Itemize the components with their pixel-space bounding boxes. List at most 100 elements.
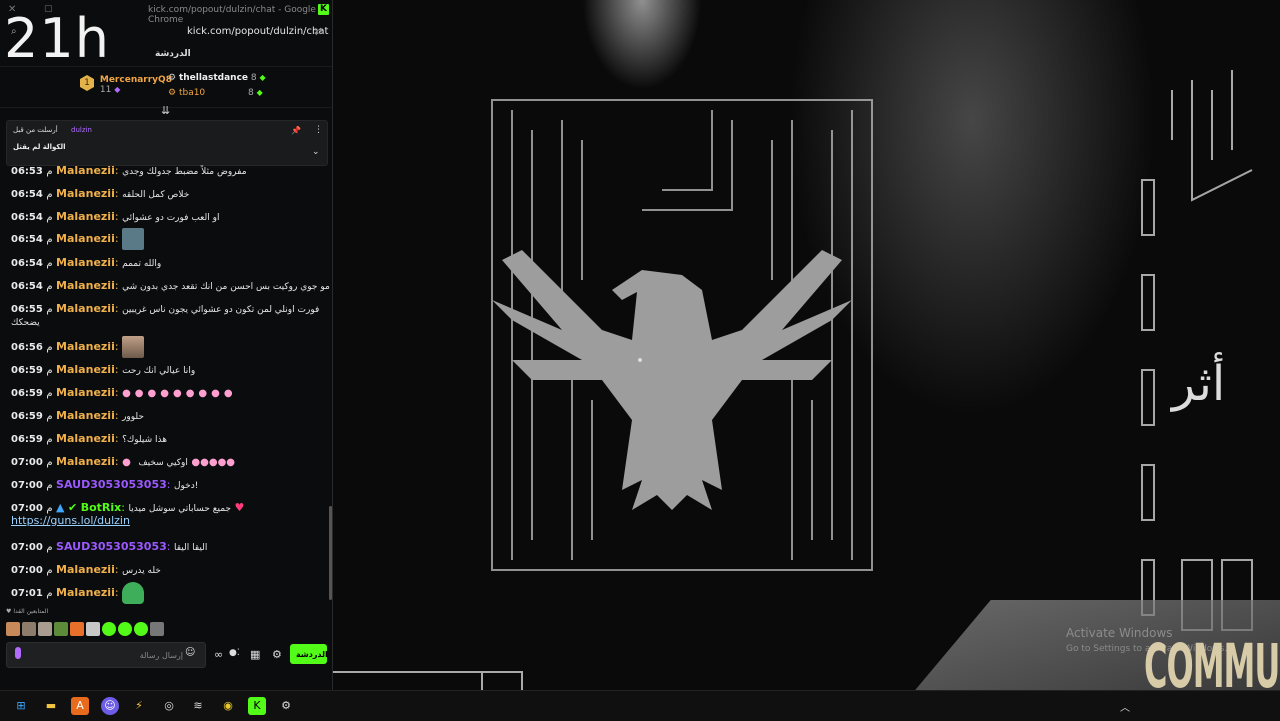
msg-time: 06:59 — [11, 411, 43, 422]
msg-user[interactable]: Malanezii — [56, 256, 115, 269]
discord-icon[interactable]: ☺ — [101, 697, 119, 715]
windows-taskbar: ⊞ ▬ A ☺ ⚡ ◎ ≋ ◉ K ⚙ ︿ — [0, 690, 1280, 721]
chat-message: 07:01 م Malanezii: — [11, 582, 145, 604]
emote-icon[interactable] — [6, 622, 20, 636]
chat-message: 06:59 م Malanezii: وانا عيالي انك رحت — [11, 363, 196, 376]
emote-icon[interactable] — [86, 622, 100, 636]
msg-ampm: م — [46, 258, 53, 269]
msg-user[interactable]: Malanezii — [56, 210, 115, 223]
more-options-icon[interactable]: ⋮ — [314, 125, 323, 135]
msg-time: 07:00 — [11, 480, 43, 491]
emote-row: ● — [122, 457, 135, 468]
msg-user[interactable]: Malanezii — [56, 302, 115, 315]
tray-expand-icon[interactable]: ︿ — [1120, 699, 1130, 714]
gifter-count: 8 — [248, 88, 254, 98]
msg-text: خله يدرس — [122, 566, 161, 576]
msg-ampm: م — [46, 189, 53, 200]
message-input[interactable] — [31, 646, 185, 664]
app-icon[interactable]: ◎ — [160, 697, 178, 715]
kick-taskbar-icon[interactable]: K — [248, 697, 266, 715]
msg-ampm: م — [46, 304, 53, 315]
emoji-icon[interactable]: ☺ — [185, 647, 195, 658]
msg-user[interactable]: Malanezii — [56, 563, 115, 576]
msg-time: 06:54 — [11, 258, 43, 269]
store-icon[interactable]: ▦ — [250, 648, 260, 661]
image-emote[interactable] — [122, 582, 145, 604]
chat-scrollbar[interactable] — [329, 506, 332, 600]
msg-time: 06:59 — [11, 388, 43, 399]
msg-user[interactable]: SAUD3053053053 — [56, 478, 167, 491]
chevron-down-icon[interactable]: ⌄ — [312, 147, 320, 157]
msg-ampm: م — [46, 480, 53, 491]
msg-text: مو جوي روكيت بس احسن من انك تقعد جدي بدو… — [122, 282, 330, 292]
image-emote[interactable] — [122, 228, 145, 250]
msg-user[interactable]: Malanezii — [56, 279, 115, 292]
start-icon[interactable]: ⊞ — [12, 697, 30, 715]
msg-text: حلوور — [122, 412, 144, 422]
msg-user[interactable]: Malanezii — [56, 232, 115, 245]
msg-user[interactable]: Malanezii — [56, 363, 115, 376]
expand-gifters-icon[interactable]: ⇊ — [161, 104, 170, 117]
kick-logo-icon: K — [318, 4, 329, 15]
msg-time: 06:55 — [11, 304, 43, 315]
emote-icon[interactable] — [150, 622, 164, 636]
msg-text: فورت اونلي لمن تكون دو عشوائي يجون ناس غ… — [122, 305, 320, 315]
msg-ampm: م — [46, 503, 53, 514]
msg-user[interactable]: Malanezii — [56, 586, 115, 599]
emote-icon[interactable] — [22, 622, 36, 636]
msg-ampm: م — [46, 212, 53, 223]
zoom-icon[interactable]: ⌕ — [11, 26, 17, 37]
msg-user[interactable]: BotRix — [81, 501, 122, 514]
top-gifter-3[interactable]: ⚙ tba10 8 ◆ — [168, 88, 263, 98]
emote-icon[interactable] — [118, 622, 132, 636]
page-options-icon[interactable]: ⇄ — [314, 25, 323, 38]
top-gifter-1[interactable]: 1 MercenarryQ8 11 ◆ — [80, 75, 172, 95]
msg-user[interactable]: Malanezii — [56, 409, 115, 422]
emote-icon[interactable] — [70, 622, 84, 636]
arabic-art-text: أثر — [1170, 352, 1225, 412]
msg-text: مفروض مثلاً مضبط جدولك وجدي — [122, 167, 247, 177]
gifter-name: tba10 — [178, 88, 206, 98]
emote-icon[interactable] — [54, 622, 68, 636]
chat-input-box[interactable]: ☺ — [6, 642, 206, 668]
msg-text: هذا شيلوك؟ — [122, 435, 167, 445]
app-icon[interactable]: ⚡ — [130, 697, 148, 715]
pinned-user[interactable]: dulzin — [71, 126, 92, 134]
infinity-icon[interactable]: ∞ — [214, 648, 223, 661]
msg-user[interactable]: Malanezii — [56, 455, 115, 468]
app-icon[interactable]: ≋ — [189, 697, 207, 715]
msg-time: 06:54 — [11, 234, 43, 245]
top-gifters-bar: 1 MercenarryQ8 11 ◆ ⚙ thellastdance 8 ◆ … — [0, 66, 332, 108]
gem-icon: ◆ — [114, 85, 121, 94]
msg-ampm: م — [46, 234, 53, 245]
settings-icon[interactable]: ⚙ — [272, 648, 282, 661]
pin-icon[interactable]: 📌 — [291, 126, 301, 135]
emote-icon[interactable] — [134, 622, 148, 636]
msg-user[interactable]: Malanezii — [56, 386, 115, 399]
msg-text: وانا عيالي انك رحت — [122, 366, 196, 376]
msg-user[interactable]: Malanezii — [56, 187, 115, 200]
msg-user[interactable]: Malanezii — [56, 164, 115, 177]
chat-send-button[interactable]: الدردشة — [290, 644, 328, 664]
msg-user[interactable]: Malanezii — [56, 432, 115, 445]
emote-icon[interactable] — [38, 622, 52, 636]
dots-icon[interactable]: ●⁚ — [229, 648, 240, 658]
msg-time: 07:00 — [11, 565, 43, 576]
msg-ampm: م — [46, 542, 53, 553]
chrome-icon[interactable]: ◉ — [219, 697, 237, 715]
badge-icon: ⚙ — [168, 73, 177, 83]
msg-user[interactable]: SAUD3053053053 — [56, 540, 167, 553]
emote-icon[interactable] — [102, 622, 116, 636]
msg-link[interactable]: https://guns.lol/dulzin — [11, 514, 130, 527]
pinned-message[interactable]: أرسلت من قبل dulzin 📌 ⋮ الكوالة لم يقتل … — [6, 120, 328, 166]
image-emote[interactable] — [122, 336, 145, 358]
msg-time: 06:54 — [11, 189, 43, 200]
settings-taskbar-icon[interactable]: ⚙ — [277, 697, 295, 715]
app-icon[interactable]: A — [71, 697, 89, 715]
gifter-name: thellastdance — [178, 73, 249, 83]
msg-user[interactable]: Malanezii — [56, 340, 115, 353]
top-gifter-2[interactable]: ⚙ thellastdance 8 ◆ — [168, 73, 266, 83]
stream-video: أثر Activate Windows Go to Settings to a… — [332, 0, 1280, 690]
file-explorer-icon[interactable]: ▬ — [42, 697, 60, 715]
mic-icon[interactable] — [15, 647, 21, 659]
